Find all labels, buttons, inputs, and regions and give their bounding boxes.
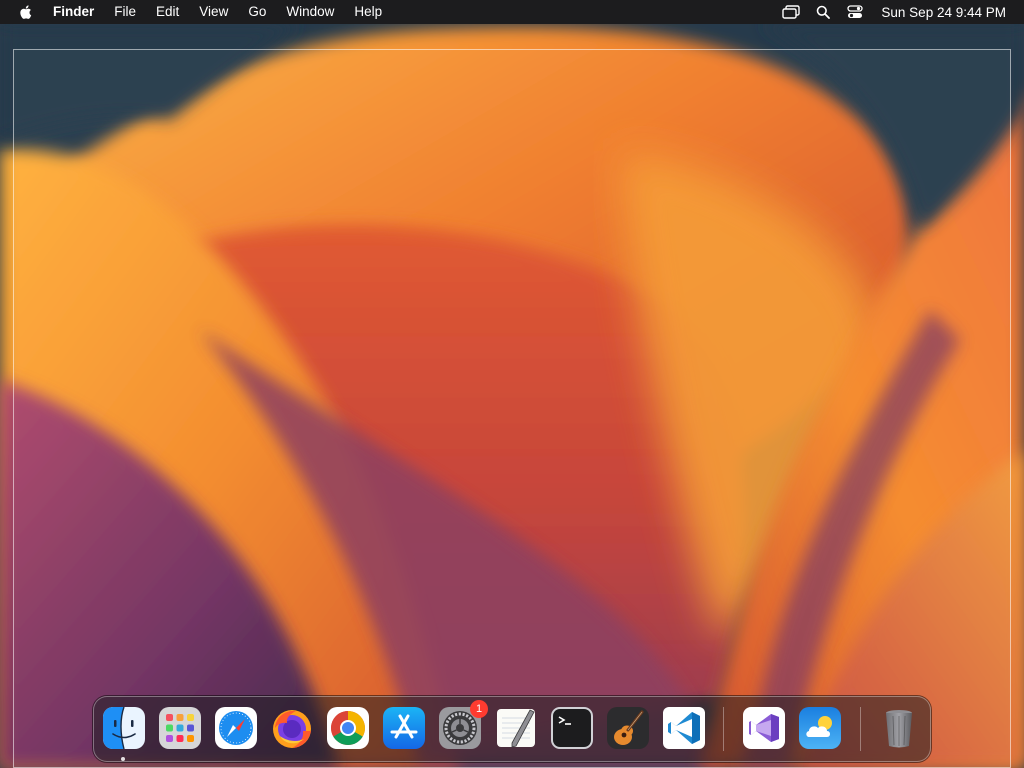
trash-icon — [886, 710, 912, 748]
menu-edit[interactable]: Edit — [146, 0, 189, 24]
spotlight-search-icon[interactable] — [814, 3, 832, 21]
finder-icon — [103, 706, 145, 750]
menu-window[interactable]: Window — [276, 0, 344, 24]
menu-file[interactable]: File — [104, 0, 146, 24]
menu-bar-clock[interactable]: Sun Sep 24 9:44 PM — [881, 5, 1006, 20]
desktop[interactable]: Finder File Edit View Go Window Help Sun… — [0, 0, 1024, 768]
menu-bar: Finder File Edit View Go Window Help Sun… — [0, 0, 1024, 24]
dock-item-visual-studio[interactable] — [742, 706, 786, 750]
visual-studio-icon — [743, 707, 785, 749]
notification-badge: 1 — [470, 700, 488, 718]
dock-item-system-settings[interactable]: 1 — [438, 700, 488, 750]
dock-item-firefox[interactable] — [270, 706, 314, 750]
dock-separator — [723, 707, 724, 751]
apple-logo-icon[interactable] — [18, 4, 34, 20]
control-center-icon[interactable] — [846, 3, 864, 21]
dock-item-garageband[interactable] — [606, 706, 650, 750]
dock-item-trash[interactable] — [877, 706, 921, 750]
dock-item-terminal[interactable] — [550, 706, 594, 750]
terminal-icon — [551, 707, 593, 749]
textedit-icon — [497, 709, 535, 748]
menu-view[interactable]: View — [189, 0, 238, 24]
screen-mirroring-icon[interactable] — [782, 3, 801, 21]
dock-item-finder[interactable] — [102, 706, 146, 750]
dock-item-vscode[interactable] — [662, 706, 706, 750]
dock-item-weather[interactable] — [798, 706, 842, 750]
weather-icon — [799, 707, 841, 749]
dock: 1 — [93, 696, 931, 762]
selection-rectangle — [13, 49, 1011, 768]
dock-item-textedit[interactable] — [494, 706, 538, 750]
vscode-icon — [663, 707, 705, 749]
safari-icon — [215, 707, 257, 749]
launchpad-icon — [159, 707, 201, 749]
app-store-icon — [383, 707, 425, 749]
garageband-icon — [607, 707, 649, 749]
finder-running-indicator — [121, 757, 125, 761]
dock-item-safari[interactable] — [214, 706, 258, 750]
firefox-icon — [273, 710, 311, 748]
menu-go[interactable]: Go — [238, 0, 276, 24]
menu-app-finder[interactable]: Finder — [53, 0, 104, 24]
dock-separator — [860, 707, 861, 751]
menu-help[interactable]: Help — [344, 0, 392, 24]
chrome-icon — [327, 707, 369, 749]
dock-item-chrome[interactable] — [326, 706, 370, 750]
dock-item-app-store[interactable] — [382, 706, 426, 750]
dock-item-launchpad[interactable] — [158, 706, 202, 750]
